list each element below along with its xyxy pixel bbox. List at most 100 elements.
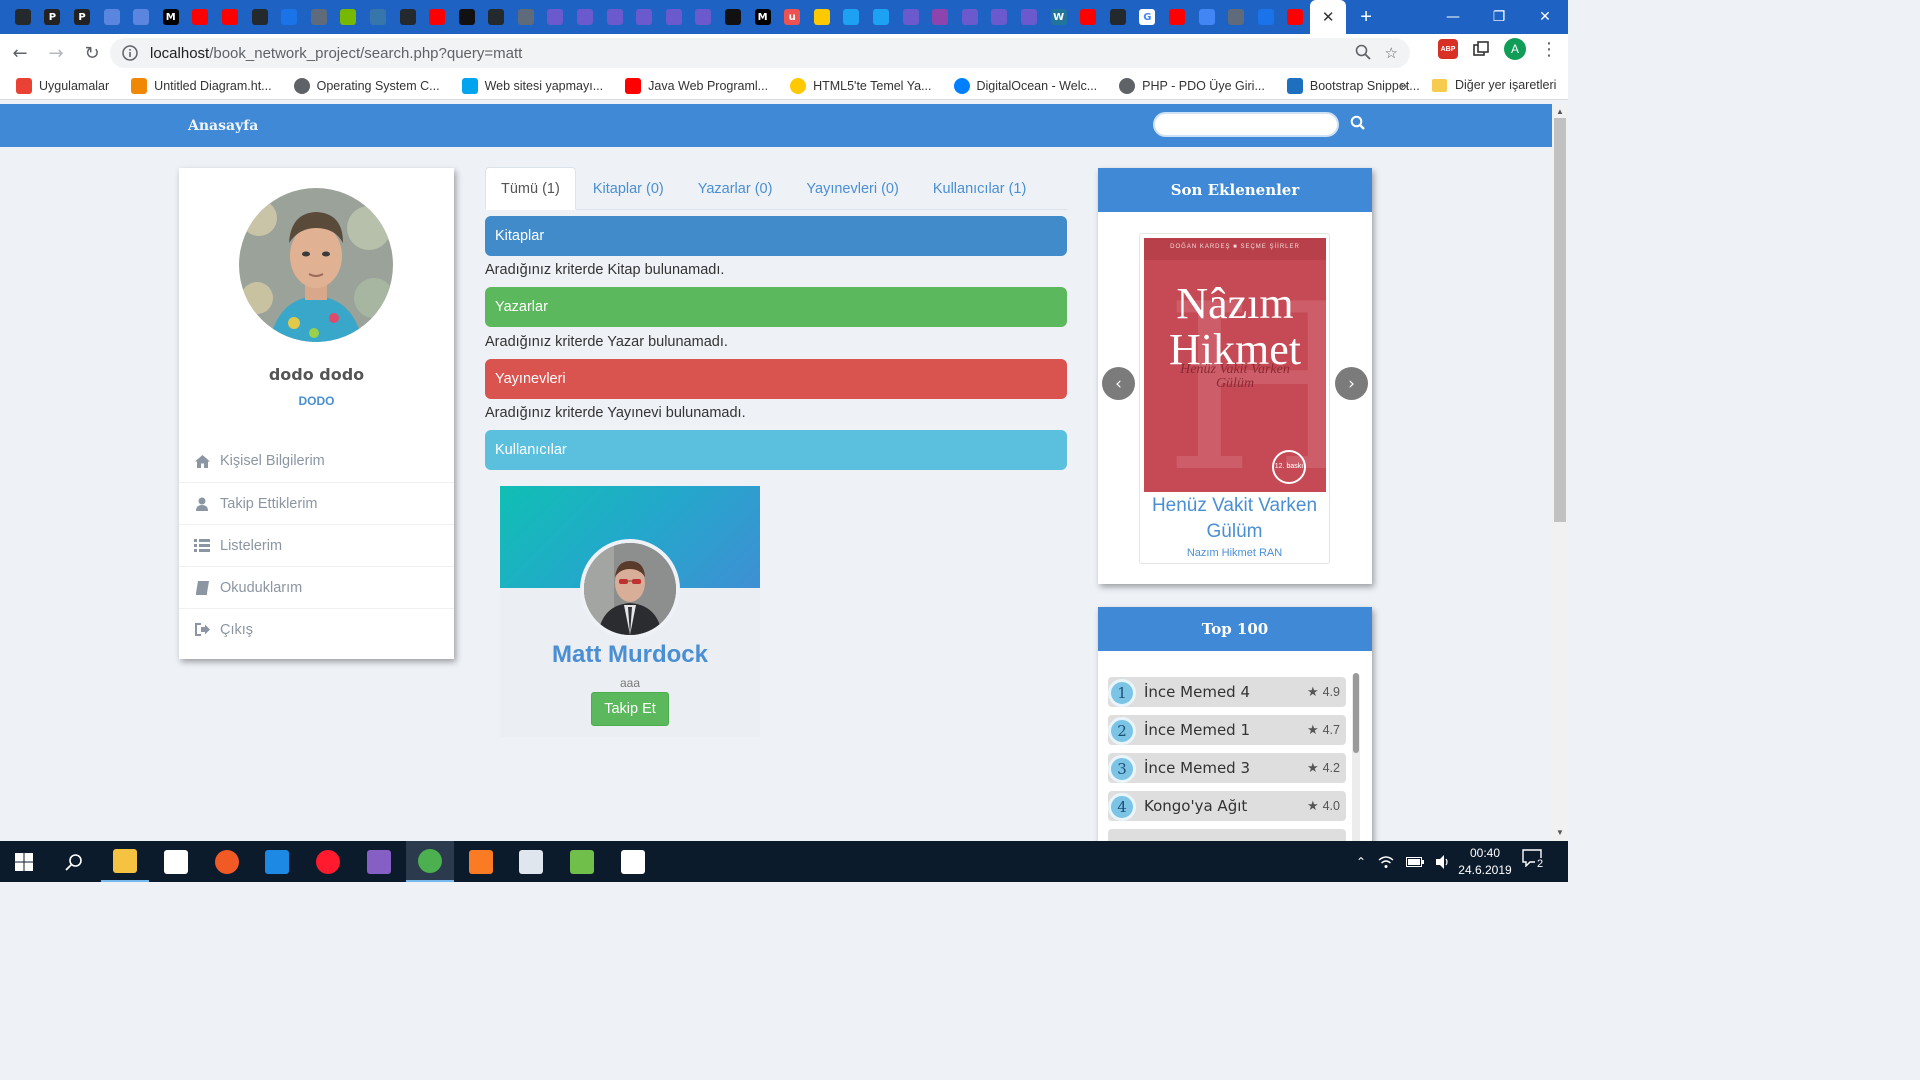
- browser-tab[interactable]: [304, 0, 334, 34]
- extension-window-icon[interactable]: [1472, 40, 1490, 58]
- browser-tab[interactable]: [837, 0, 867, 34]
- browser-tab[interactable]: M: [156, 0, 186, 34]
- page-scroll-thumb[interactable]: [1554, 118, 1566, 522]
- browser-tab[interactable]: [274, 0, 304, 34]
- browser-tab[interactable]: [1073, 0, 1103, 34]
- notification-center-button[interactable]: 2: [1522, 849, 1548, 873]
- browser-tab[interactable]: [186, 0, 216, 34]
- tab-authors[interactable]: Yazarlar (0): [681, 167, 790, 210]
- browser-tab[interactable]: [215, 0, 245, 34]
- browser-tab[interactable]: u: [777, 0, 807, 34]
- taskbar-app[interactable]: [152, 841, 200, 882]
- browser-tab[interactable]: [689, 0, 719, 34]
- browser-tab[interactable]: [896, 0, 926, 34]
- battery-icon[interactable]: [1406, 856, 1425, 867]
- page-scrollbar[interactable]: ▲ ▼: [1552, 104, 1568, 841]
- browser-tab[interactable]: [482, 0, 512, 34]
- browser-tab[interactable]: P: [67, 0, 97, 34]
- menu-item-lists[interactable]: Listelerim: [179, 524, 454, 566]
- bookmark-item[interactable]: HTML5'te Temel Ya...: [790, 77, 932, 94]
- taskbar-app[interactable]: [253, 841, 301, 882]
- book-author-link[interactable]: Nazım Hikmet RAN: [1140, 547, 1329, 559]
- start-button[interactable]: [0, 841, 48, 882]
- top100-scroll-thumb[interactable]: [1353, 673, 1359, 753]
- info-icon[interactable]: [122, 45, 138, 61]
- browser-tab[interactable]: [334, 0, 364, 34]
- browser-tab[interactable]: [393, 0, 423, 34]
- browser-tab[interactable]: [570, 0, 600, 34]
- browser-tab[interactable]: [629, 0, 659, 34]
- bookmark-item[interactable]: PHP - PDO Üye Giri...: [1119, 77, 1265, 94]
- book-title-link[interactable]: Henüz Vakit Varken Gülüm: [1140, 493, 1329, 545]
- browser-tab[interactable]: [866, 0, 896, 34]
- menu-item-following[interactable]: Takip Ettiklerim: [179, 482, 454, 524]
- browser-tab[interactable]: [1251, 0, 1281, 34]
- tab-all[interactable]: Tümü (1): [485, 167, 576, 210]
- top100-item[interactable]: 2 İnce Memed 1 ★ 4.7: [1108, 715, 1346, 745]
- menu-item-logout[interactable]: Çıkış: [179, 608, 454, 650]
- browser-tab[interactable]: [97, 0, 127, 34]
- browser-tab[interactable]: [245, 0, 275, 34]
- scroll-down-icon[interactable]: ▼: [1556, 828, 1564, 837]
- bookmark-item[interactable]: Web sitesi yapmayı...: [461, 77, 603, 94]
- browser-tab[interactable]: [659, 0, 689, 34]
- browser-tab[interactable]: [8, 0, 38, 34]
- wifi-icon[interactable]: [1378, 855, 1394, 869]
- browser-tab[interactable]: [1221, 0, 1251, 34]
- browser-tab[interactable]: M: [748, 0, 778, 34]
- top100-scrollbar[interactable]: [1352, 673, 1360, 841]
- minimize-icon[interactable]: —: [1430, 0, 1476, 34]
- taskbar-app[interactable]: [203, 841, 251, 882]
- forward-icon[interactable]: →: [40, 37, 72, 69]
- active-browser-tab[interactable]: ✕: [1310, 0, 1347, 34]
- taskbar-app[interactable]: [457, 841, 505, 882]
- browser-tab[interactable]: [925, 0, 955, 34]
- taskbar-app[interactable]: [405, 841, 454, 882]
- browser-tab[interactable]: W: [1044, 0, 1074, 34]
- bookmark-star-icon[interactable]: ☆: [1385, 44, 1398, 62]
- bookmark-item[interactable]: DigitalOcean - Welc...: [953, 77, 1097, 94]
- zoom-icon[interactable]: [1355, 44, 1371, 60]
- close-tab-icon[interactable]: ✕: [1322, 8, 1335, 26]
- bookmark-item[interactable]: Untitled Diagram.ht...: [131, 77, 272, 94]
- back-icon[interactable]: ←: [4, 37, 36, 69]
- browser-tab[interactable]: [985, 0, 1015, 34]
- carousel-next-button[interactable]: ›: [1335, 367, 1368, 400]
- adblock-plus-icon[interactable]: ABP: [1438, 39, 1458, 59]
- new-tab-button[interactable]: +: [1346, 0, 1386, 34]
- tab-books[interactable]: Kitaplar (0): [576, 167, 681, 210]
- top100-item[interactable]: 4 Kongo'ya Ağıt ★ 4.0: [1108, 791, 1346, 821]
- browser-tab[interactable]: P: [38, 0, 68, 34]
- system-clock[interactable]: 00:40 24.6.2019: [1450, 845, 1520, 879]
- maximize-icon[interactable]: ❐: [1476, 0, 1522, 34]
- carousel-prev-button[interactable]: ‹: [1102, 367, 1135, 400]
- address-bar[interactable]: localhost/book_network_project/search.ph…: [110, 38, 1410, 68]
- bookmark-item[interactable]: Operating System C...: [293, 77, 440, 94]
- bookmarks-overflow-button[interactable]: »: [1400, 78, 1407, 93]
- browser-tab[interactable]: [363, 0, 393, 34]
- taskbar-app[interactable]: [101, 841, 149, 882]
- browser-tab[interactable]: [955, 0, 985, 34]
- user-avatar[interactable]: [580, 539, 680, 639]
- chevron-up-icon[interactable]: ⌃: [1356, 855, 1366, 869]
- search-input[interactable]: [1153, 112, 1339, 137]
- close-window-icon[interactable]: ✕: [1522, 0, 1568, 34]
- other-bookmarks[interactable]: Diğer yer işaretleri: [1432, 78, 1556, 92]
- follow-button[interactable]: Takip Et: [591, 692, 669, 726]
- browser-tab[interactable]: [1014, 0, 1044, 34]
- bookmark-item[interactable]: Java Web Programl...: [625, 77, 768, 94]
- book-cover-image[interactable]: H DOĞAN KARDEŞ ■ SEÇME ŞİİRLER Nâzım Hik…: [1144, 238, 1326, 492]
- browser-tab[interactable]: [541, 0, 571, 34]
- book-card[interactable]: H DOĞAN KARDEŞ ■ SEÇME ŞİİRLER Nâzım Hik…: [1139, 233, 1330, 564]
- user-result-name[interactable]: Matt Murdock: [500, 641, 760, 669]
- search-button[interactable]: [50, 841, 98, 882]
- search-icon[interactable]: [1350, 115, 1366, 131]
- browser-tab[interactable]: [1103, 0, 1133, 34]
- profile-avatar[interactable]: A: [1504, 38, 1526, 60]
- browser-tab[interactable]: [511, 0, 541, 34]
- tab-users[interactable]: Kullanıcılar (1): [916, 167, 1043, 210]
- browser-tab[interactable]: [126, 0, 156, 34]
- browser-tab[interactable]: [1192, 0, 1222, 34]
- browser-tab[interactable]: [452, 0, 482, 34]
- browser-tab[interactable]: [600, 0, 630, 34]
